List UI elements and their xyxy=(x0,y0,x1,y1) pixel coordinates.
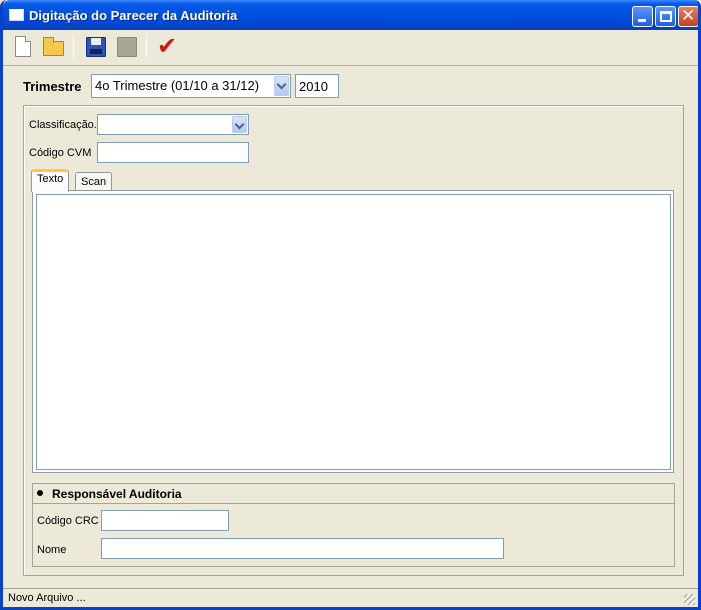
confirm-button[interactable]: ✔ xyxy=(154,32,180,60)
maximize-button[interactable] xyxy=(655,6,676,27)
save-disabled-button[interactable] xyxy=(113,34,139,60)
title-bar[interactable]: Digitação do Parecer da Auditoria ✕ xyxy=(3,0,698,30)
classificacao-select[interactable] xyxy=(97,114,249,135)
new-document-icon xyxy=(15,36,31,57)
tab-texto-label: Texto xyxy=(37,173,64,185)
responsavel-title: Responsável Auditoria xyxy=(52,487,182,501)
trimestre-selected-value: 4o Trimestre (01/10 a 31/12) xyxy=(95,78,260,93)
open-file-button[interactable] xyxy=(40,34,66,60)
chevron-down-icon[interactable] xyxy=(232,116,247,133)
toolbar-separator xyxy=(73,35,74,59)
checkmark-icon: ✔ xyxy=(157,32,178,60)
nome-input[interactable] xyxy=(101,538,504,559)
maximize-icon xyxy=(660,11,672,22)
minimize-button[interactable] xyxy=(632,6,653,27)
save-button[interactable] xyxy=(82,34,108,60)
open-folder-icon xyxy=(43,37,64,56)
disabled-disk-icon xyxy=(117,37,137,57)
tab-texto[interactable]: Texto xyxy=(31,169,70,192)
toolbar-separator xyxy=(146,35,147,59)
window-icon xyxy=(9,9,24,21)
main-window: Digitação do Parecer da Auditoria ✕ ✔ Tr… xyxy=(0,0,701,610)
toolbar: ✔ xyxy=(3,30,698,66)
status-bar: Novo Arquivo ... xyxy=(3,588,698,607)
nome-label: Nome xyxy=(37,544,67,556)
close-button[interactable]: ✕ xyxy=(678,6,698,27)
resize-grip-icon[interactable] xyxy=(684,594,695,605)
new-file-button[interactable] xyxy=(9,34,35,60)
responsavel-section-header[interactable]: Responsável Auditoria xyxy=(33,484,674,504)
tab-scan-label: Scan xyxy=(81,176,107,188)
window-title: Digitação do Parecer da Auditoria xyxy=(29,8,238,23)
status-text: Novo Arquivo ... xyxy=(8,592,86,604)
classificacao-label: Classificação. xyxy=(29,119,97,131)
minimize-icon xyxy=(638,19,646,22)
trimestre-select[interactable]: 4o Trimestre (01/10 a 31/12) xyxy=(91,74,291,98)
year-input[interactable] xyxy=(295,74,339,98)
codigo-crc-input[interactable] xyxy=(101,510,229,531)
texto-textarea[interactable] xyxy=(36,194,671,470)
codigo-cvm-input[interactable] xyxy=(97,142,249,163)
chevron-down-icon[interactable] xyxy=(274,76,289,96)
tab-scan[interactable]: Scan xyxy=(75,172,113,192)
close-icon: ✕ xyxy=(681,6,696,26)
codigo-crc-label: Código CRC xyxy=(37,515,99,527)
save-disk-icon xyxy=(86,37,106,57)
bullet-icon xyxy=(37,490,43,496)
codigo-cvm-label: Código CVM xyxy=(29,147,92,159)
trimestre-label: Trimestre xyxy=(23,79,82,94)
